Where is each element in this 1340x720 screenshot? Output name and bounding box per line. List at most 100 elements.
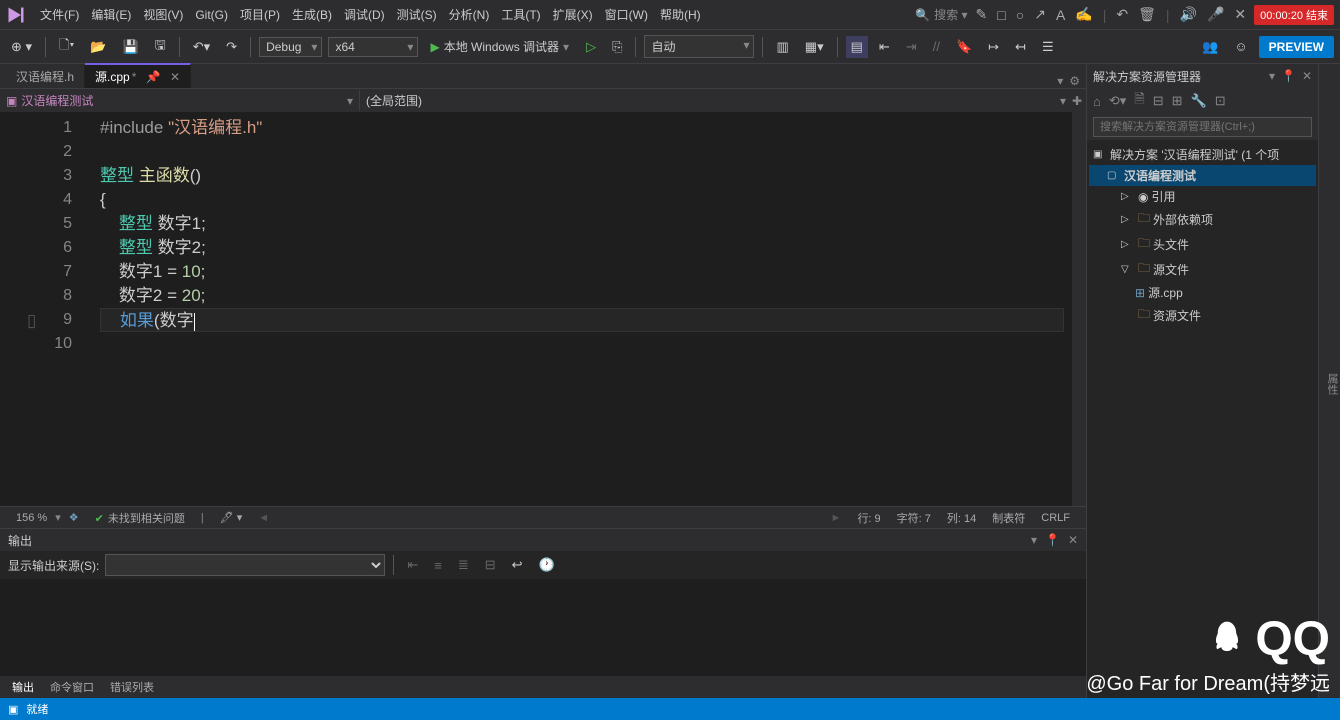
collapse-icon[interactable]: ⊟ <box>1151 93 1166 109</box>
pin-icon[interactable]: 📌 <box>146 70 161 84</box>
undo-icon[interactable]: ↶ <box>1116 6 1128 23</box>
code-line-1[interactable]: #include "汉语编程.h" <box>100 116 1072 140</box>
refs-node[interactable]: ▷◉引用 <box>1089 186 1316 207</box>
square-icon[interactable]: □ <box>997 7 1005 23</box>
view-icon[interactable]: ⊡ <box>1213 93 1228 109</box>
tab-cmd[interactable]: 命令窗口 <box>42 677 102 697</box>
code-line-8[interactable]: 数字2 = 20; <box>100 284 1072 308</box>
code-line-6[interactable]: 整型 数字2; <box>100 236 1072 260</box>
output-source-select[interactable] <box>105 554 385 576</box>
toggle1-icon[interactable]: ▤ <box>846 36 868 58</box>
tab-errors[interactable]: 错误列表 <box>102 677 162 697</box>
start-no-debug-icon[interactable]: ▷ <box>581 36 601 58</box>
redo-icon[interactable]: ↷ <box>221 36 242 58</box>
nav-back-icon[interactable]: ⊕ ▾ <box>6 36 37 58</box>
menu-search[interactable]: 🔍 搜索 ▾ <box>915 6 967 23</box>
mic-off-icon[interactable]: 🎤 <box>1207 6 1224 23</box>
menu-调试(D)[interactable]: 调试(D) <box>338 4 391 26</box>
save-all-icon[interactable]: 🖫 <box>150 33 171 61</box>
highlight-icon[interactable]: ✍ <box>1075 6 1092 23</box>
arrow-icon[interactable]: ↗ <box>1034 6 1046 23</box>
tab-settings-icon[interactable]: ⚙ <box>1069 74 1080 88</box>
sync-icon[interactable]: ⟲▾ <box>1107 93 1128 109</box>
step-icon[interactable]: ⎘ <box>607 36 627 58</box>
code-line-3[interactable]: 整型 主函数() <box>100 164 1072 188</box>
menu-帮助(H)[interactable]: 帮助(H) <box>654 4 707 26</box>
panel-pin-icon[interactable]: 📍 <box>1045 533 1060 547</box>
solution-tree[interactable]: ▣解决方案 '汉语编程测试' (1 个项 ▢汉语编程测试 ▷◉引用 ▷🗀外部依赖… <box>1087 140 1318 698</box>
source-cpp-file[interactable]: ⊞源.cpp <box>1089 282 1316 303</box>
externals-node[interactable]: ▷🗀外部依赖项 <box>1089 207 1316 232</box>
headers-node[interactable]: ▷🗀头文件 <box>1089 232 1316 257</box>
home-icon[interactable]: ⌂ <box>1091 94 1103 109</box>
showall-icon[interactable]: ⊞ <box>1170 93 1185 109</box>
bookmark-icon[interactable]: 🔖 <box>951 36 977 58</box>
brush-icon[interactable]: 🖊 ▾ <box>220 511 243 524</box>
list-icon[interactable]: ☰ <box>1037 36 1059 58</box>
project-node[interactable]: ▢汉语编程测试 <box>1089 165 1316 186</box>
project-scope-select[interactable]: ▣汉语编程测试 ▾ <box>0 90 360 111</box>
side-close-icon[interactable]: ✕ <box>1302 69 1312 83</box>
menu-测试(S)[interactable]: 测试(S) <box>391 4 443 26</box>
menu-分析(N)[interactable]: 分析(N) <box>443 4 496 26</box>
right-strip[interactable]: 属性 <box>1318 64 1340 698</box>
zoom-level[interactable]: 156 % <box>16 512 47 524</box>
open-icon[interactable]: 📂 <box>85 36 111 58</box>
code-line-10[interactable] <box>100 332 1072 356</box>
menu-窗口(W)[interactable]: 窗口(W) <box>599 4 654 26</box>
code-line-7[interactable]: 数字1 = 10; <box>100 260 1072 284</box>
tab-header[interactable]: 汉语编程.h <box>6 65 85 88</box>
close-tab-icon[interactable]: ✕ <box>170 70 180 84</box>
menu-视图(V)[interactable]: 视图(V) <box>137 4 189 26</box>
code-content[interactable]: #include "汉语编程.h"整型 主函数(){ 整型 数字1; 整型 数字… <box>90 112 1072 506</box>
health-icon[interactable]: ❖ <box>69 511 79 524</box>
menu-扩展(X)[interactable]: 扩展(X) <box>547 4 599 26</box>
scope-dd-icon[interactable]: ▾ <box>1060 94 1066 108</box>
code-line-9[interactable]: 如果(数字▯ <box>100 308 1064 332</box>
menu-生成(B)[interactable]: 生成(B) <box>286 4 338 26</box>
member-scope-select[interactable]: (全局范围) <box>360 90 1056 111</box>
clock-icon[interactable]: 🕐 <box>534 554 560 576</box>
layout1-icon[interactable]: ▥ <box>771 36 793 58</box>
config-select[interactable]: Debug <box>259 37 322 57</box>
vertical-scrollbar[interactable] <box>1072 112 1086 506</box>
circle-icon[interactable]: ○ <box>1016 7 1024 23</box>
prev-bm-icon[interactable]: ↤ <box>1010 36 1031 58</box>
menu-文件(F)[interactable]: 文件(F) <box>34 4 85 26</box>
start-debug-button[interactable]: ▶ 本地 Windows 调试器▾ <box>424 35 575 58</box>
next-bm-icon[interactable]: ↦ <box>983 36 1004 58</box>
panel-dd-icon[interactable]: ▾ <box>1031 533 1037 547</box>
menu-工具(T)[interactable]: 工具(T) <box>495 4 546 26</box>
trash-icon[interactable]: 🗑 <box>1138 6 1156 23</box>
eol-mode[interactable]: CRLF <box>1041 512 1070 524</box>
doc-icon[interactable]: 🗎 <box>1132 90 1146 112</box>
menu-Git(G)[interactable]: Git(G) <box>189 4 234 26</box>
menu-编辑(E)[interactable]: 编辑(E) <box>85 4 137 26</box>
resources-node[interactable]: 🗀资源文件 <box>1089 303 1316 328</box>
solution-root[interactable]: ▣解决方案 '汉语编程测试' (1 个项 <box>1089 144 1316 165</box>
tab-source-cpp[interactable]: 源.cpp* 📌 ✕ <box>85 63 191 88</box>
platform-select[interactable]: x64 <box>328 37 418 57</box>
auto-select[interactable]: 自动 <box>644 35 754 58</box>
recording-timer[interactable]: 00:00:20 结束 <box>1254 5 1334 25</box>
output-body[interactable] <box>0 579 1086 676</box>
text-icon[interactable]: A <box>1056 7 1065 23</box>
indent-mode[interactable]: 制表符 <box>992 510 1025 526</box>
side-dd-icon[interactable]: ▾ <box>1269 69 1275 83</box>
code-editor[interactable]: 12345678910 #include "汉语编程.h"整型 主函数(){ 整… <box>0 112 1086 506</box>
new-item-icon[interactable]: 🗋▾ <box>54 33 79 61</box>
panel-close-icon[interactable]: ✕ <box>1068 533 1078 547</box>
code-line-2[interactable] <box>100 140 1072 164</box>
pencil-icon[interactable]: ✎ <box>976 6 988 23</box>
layout2-icon[interactable]: ▦▾ <box>800 36 829 58</box>
feedback-icon[interactable]: ☺ <box>1229 36 1252 57</box>
undo-icon[interactable]: ↶▾ <box>188 36 215 58</box>
issues-status[interactable]: 未找到相关问题 <box>108 513 185 525</box>
split-icon[interactable]: ✚ <box>1072 94 1082 108</box>
sound-icon[interactable]: 🔊 <box>1180 6 1197 23</box>
wrap-icon[interactable]: ↩ <box>507 554 528 576</box>
close-icon[interactable]: ✕ <box>1234 6 1246 23</box>
save-icon[interactable]: 💾 <box>117 36 143 58</box>
sources-node[interactable]: ▽🗀源文件 <box>1089 257 1316 282</box>
menu-项目(P)[interactable]: 项目(P) <box>234 4 286 26</box>
